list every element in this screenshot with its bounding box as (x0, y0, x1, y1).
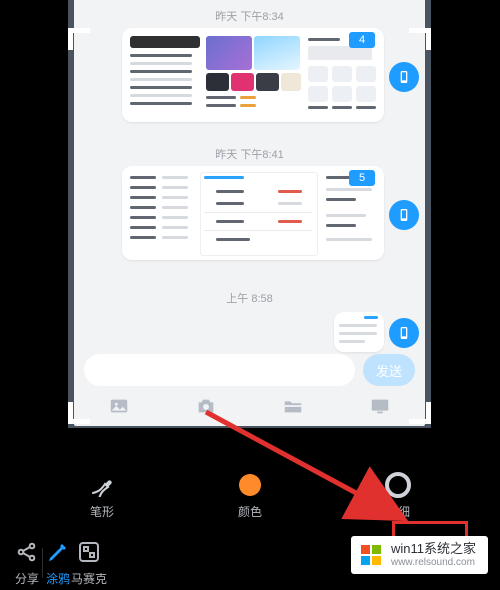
mosaic-label: 马赛克 (71, 570, 107, 587)
share-button[interactable]: 分享 (14, 539, 40, 587)
pen-shape-button[interactable]: 笔形 (89, 472, 115, 520)
message-bubble[interactable] (122, 166, 384, 260)
watermark-title: win11系统之家 (391, 542, 476, 557)
doodle-label: 涂鸦 (46, 570, 70, 587)
watermark: win11系统之家 www.relsound.com (351, 536, 488, 574)
crop-corner-bottom-right[interactable] (409, 402, 431, 424)
unread-badge: 4 (349, 32, 375, 48)
color-label: 颜色 (238, 503, 262, 520)
device-avatar-icon[interactable] (389, 200, 419, 230)
doodle-options-toolbar: 笔形 颜色 粗细 (0, 467, 500, 525)
folder-icon[interactable] (282, 395, 304, 422)
thickness-ring-icon (385, 472, 411, 498)
mosaic-button[interactable]: 马赛克 (71, 539, 107, 587)
watermark-logo-icon (359, 543, 383, 567)
pen-shape-label: 笔形 (90, 503, 114, 520)
chat-bottom-toolbar (76, 394, 423, 422)
unread-badge: 5 (349, 170, 375, 186)
thickness-label: 粗细 (386, 503, 410, 520)
separator (42, 548, 43, 578)
send-button[interactable]: 发送 (363, 354, 415, 386)
message-input[interactable] (84, 354, 355, 386)
watermark-url: www.relsound.com (391, 557, 476, 569)
timestamp: 上午 8:58 (68, 290, 431, 306)
crop-corner-top-left[interactable] (68, 28, 90, 50)
crop-corner-top-right[interactable] (409, 28, 431, 50)
thickness-button[interactable]: 粗细 (385, 472, 411, 520)
desktop-icon[interactable] (369, 395, 391, 422)
doodle-button[interactable]: 涂鸦 (45, 539, 71, 587)
message-bubble[interactable] (122, 28, 384, 122)
share-icon (14, 539, 40, 565)
pen-shape-icon (89, 472, 115, 498)
mosaic-icon (76, 539, 102, 565)
timestamp: 昨天 下午8:34 (68, 8, 431, 24)
send-button-label: 发送 (376, 361, 402, 380)
device-avatar-icon[interactable] (389, 62, 419, 92)
device-avatar-icon[interactable] (389, 318, 419, 348)
message-bubble[interactable] (334, 312, 384, 352)
pencil-icon (45, 539, 71, 565)
crop-corner-bottom-left[interactable] (68, 402, 90, 424)
share-label: 分享 (15, 570, 39, 587)
camera-icon[interactable] (195, 395, 217, 422)
gallery-icon[interactable] (108, 395, 130, 422)
timestamp: 昨天 下午8:41 (68, 146, 431, 162)
color-button[interactable]: 颜色 (237, 472, 263, 520)
color-swatch-icon (239, 474, 261, 496)
screenshot-region: 昨天 下午8:34 (68, 0, 431, 428)
